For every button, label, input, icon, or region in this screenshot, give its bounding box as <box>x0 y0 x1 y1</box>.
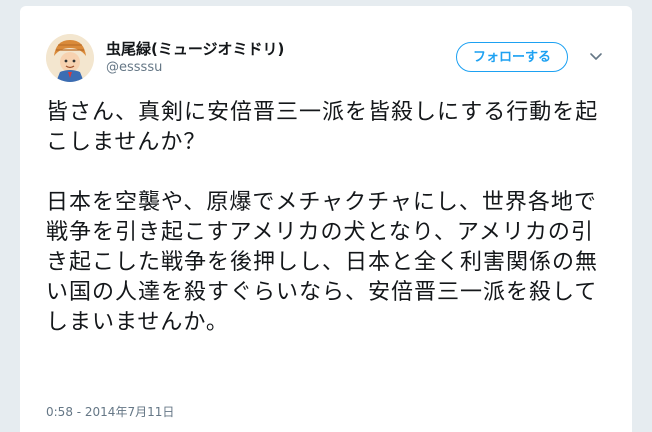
timestamp[interactable]: 0:58 - 2014年7月11日 <box>46 403 174 420</box>
tweet-card: 虫尾緑(ミュージオミドリ) @essssu フォローする 皆さん、真剣に安倍晋三… <box>20 6 632 432</box>
chevron-down-icon[interactable] <box>588 48 604 64</box>
tweet-paragraph: 皆さん、真剣に安倍晋三一派を皆殺しにする行動を起こしませんか？ <box>46 100 599 155</box>
tweet-paragraph: 日本を空襲や、原爆でメチャクチャにし、世界各地で戦争を引き起こすアメリカの犬とな… <box>46 190 599 335</box>
follow-button[interactable]: フォローする <box>455 42 568 72</box>
tweet-header: 虫尾緑(ミュージオミドリ) @essssu フォローする <box>46 34 612 94</box>
user-handle[interactable]: @essssu <box>106 60 162 75</box>
tweet-text: 皆さん、真剣に安倍晋三一派を皆殺しにする行動を起こしませんか？ 日本を空襲や、原… <box>46 98 612 338</box>
display-name[interactable]: 虫尾緑(ミュージオミドリ) <box>106 38 284 59</box>
avatar[interactable] <box>46 34 94 82</box>
